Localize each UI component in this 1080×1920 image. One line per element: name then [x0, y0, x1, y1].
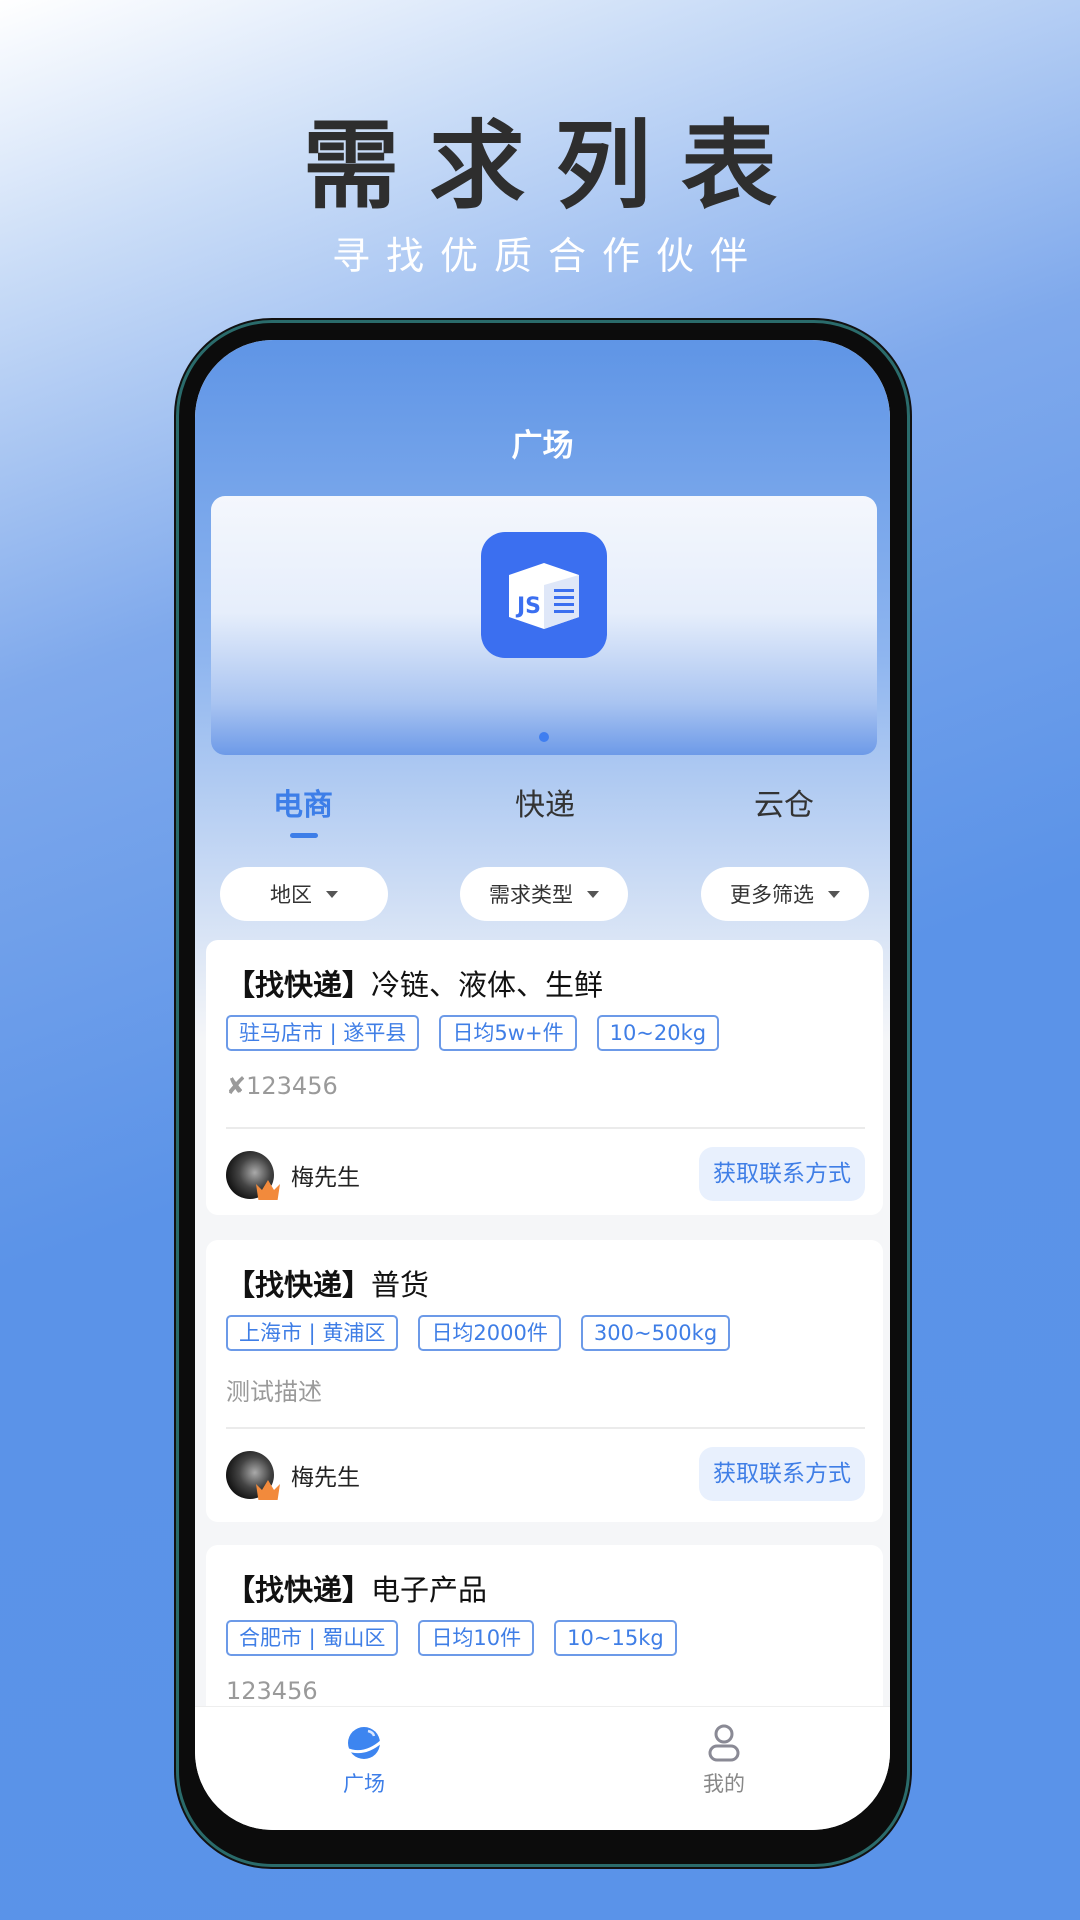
card-title: 【找快递】电子产品: [226, 1567, 487, 1609]
tag-volume: 日均10件: [418, 1620, 535, 1656]
card-title-text: 普货: [371, 1268, 430, 1302]
tag-weight: 10~15kg: [554, 1620, 677, 1656]
tag-weight: 300~500kg: [580, 1315, 731, 1351]
promo-title: 需求列表: [303, 110, 807, 222]
promo-subtitle: 寻找优质合作伙伴: [331, 234, 764, 278]
tag-location: 驻马店市 | 遂平县: [226, 1015, 420, 1051]
demand-card[interactable]: 【找快递】冷链、液体、生鲜 驻马店市 | 遂平县 日均5w+件 10~20kg …: [206, 940, 883, 1215]
tag-location: 合肥市 | 蜀山区: [226, 1620, 399, 1656]
tag-list: 驻马店市 | 遂平县 日均5w+件 10~20kg: [226, 1015, 720, 1051]
tab-active-indicator: [290, 833, 318, 838]
card-description: ✘123456: [226, 1072, 338, 1100]
filter-label: 需求类型: [489, 883, 573, 907]
app-logo: JS: [481, 532, 607, 658]
filter-label: 地区: [270, 883, 312, 907]
nav-item-plaza[interactable]: 广场: [314, 1723, 414, 1798]
card-category: 【找快递】: [226, 1573, 372, 1607]
nav-label: 广场: [343, 1772, 385, 1796]
tab-cloud-warehouse[interactable]: 云仓: [754, 780, 814, 824]
caret-down-icon: [828, 890, 840, 898]
carousel-indicator[interactable]: [539, 732, 549, 742]
tag-volume: 日均5w+件: [439, 1015, 577, 1051]
card-description: 测试描述: [226, 1378, 322, 1406]
app-screen: 广场 JS 电商 快递 云仓 地区 需求类型 更多筛选 【找快递】冷链、液体、生…: [195, 340, 890, 1830]
filter-more[interactable]: 更多筛选: [701, 867, 869, 921]
filter-region[interactable]: 地区: [220, 867, 388, 921]
card-title-text: 冷链、液体、生鲜: [371, 968, 604, 1002]
card-description: 123456: [226, 1677, 318, 1705]
tab-ecommerce[interactable]: 电商: [273, 780, 333, 824]
demand-card[interactable]: 【找快递】普货 上海市 | 黄浦区 日均2000件 300~500kg 测试描述…: [206, 1240, 883, 1522]
user-name: 梅先生: [291, 1165, 360, 1191]
card-category: 【找快递】: [226, 1268, 372, 1302]
caret-down-icon: [587, 890, 599, 898]
get-contact-button[interactable]: 获取联系方式: [699, 1447, 865, 1501]
get-contact-button[interactable]: 获取联系方式: [699, 1147, 865, 1201]
tag-list: 上海市 | 黄浦区 日均2000件 300~500kg: [226, 1315, 731, 1351]
tag-location: 上海市 | 黄浦区: [226, 1315, 399, 1351]
svg-text:JS: JS: [515, 594, 541, 619]
nav-label: 我的: [703, 1772, 745, 1796]
warehouse-box-icon: JS: [509, 563, 579, 629]
divider: [226, 1427, 865, 1429]
page-title: 广场: [511, 428, 574, 464]
user-name: 梅先生: [291, 1465, 360, 1491]
tag-volume: 日均2000件: [418, 1315, 561, 1351]
caret-down-icon: [326, 890, 338, 898]
user-icon: [708, 1724, 740, 1762]
planet-icon: [345, 1727, 383, 1759]
card-title: 【找快递】普货: [226, 1262, 429, 1304]
banner-carousel[interactable]: JS: [211, 496, 877, 755]
tag-list: 合肥市 | 蜀山区 日均10件 10~15kg: [226, 1620, 677, 1656]
nav-item-mine[interactable]: 我的: [674, 1723, 774, 1798]
card-title: 【找快递】冷链、液体、生鲜: [226, 962, 603, 1004]
card-title-text: 电子产品: [371, 1573, 488, 1607]
filter-demand-type[interactable]: 需求类型: [460, 867, 628, 921]
card-category: 【找快递】: [226, 968, 372, 1002]
tab-express[interactable]: 快递: [515, 780, 575, 824]
tag-weight: 10~20kg: [596, 1015, 720, 1051]
divider: [226, 1127, 865, 1129]
bottom-nav: 广场 我的: [195, 1706, 890, 1830]
filter-label: 更多筛选: [730, 883, 814, 907]
